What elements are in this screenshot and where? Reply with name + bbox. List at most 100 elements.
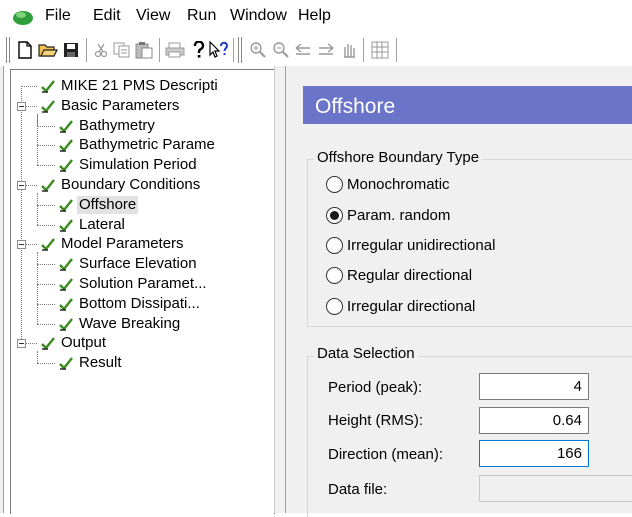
- context-help-icon[interactable]: [208, 39, 230, 61]
- pan-icon[interactable]: [338, 39, 360, 61]
- tree-item[interactable]: Simulation Period: [59, 155, 199, 175]
- direction-input[interactable]: 166: [479, 440, 589, 467]
- tree-connector: [37, 193, 38, 225]
- tree-item[interactable]: Boundary Conditions: [41, 175, 202, 195]
- checkmark-icon: [59, 159, 73, 172]
- data-file-label: Data file:: [328, 481, 388, 498]
- new-icon[interactable]: [14, 39, 36, 61]
- tree-item-label: Solution Paramet...: [79, 275, 207, 292]
- tree-item-label: Boundary Conditions: [61, 176, 201, 193]
- tree-connector: [37, 264, 55, 266]
- menu-edit[interactable]: Edit: [93, 7, 121, 25]
- grid-icon[interactable]: [369, 39, 391, 61]
- help-icon[interactable]: [188, 39, 210, 61]
- project-tree[interactable]: MIKE 21 PMS Descripti Basic Parameters Bat…: [10, 69, 275, 514]
- tree-connector: [37, 224, 55, 226]
- radio-button[interactable]: [326, 297, 343, 315]
- toolbar-grip[interactable]: [238, 37, 242, 63]
- tree-item[interactable]: Surface Elevation: [59, 254, 199, 274]
- period-label: Period (peak):: [328, 379, 423, 396]
- collapse-icon[interactable]: [17, 101, 26, 111]
- tree-item[interactable]: Offshore: [59, 195, 139, 215]
- checkmark-icon: [59, 278, 73, 291]
- tree-connector: [37, 145, 55, 147]
- page-title: Offshore: [315, 95, 396, 118]
- tree-item-label: Bathymetry: [79, 116, 155, 134]
- collapse-icon[interactable]: [17, 181, 26, 190]
- tree-item[interactable]: Bathymetric Parame: [59, 135, 217, 155]
- checkmark-icon: [59, 317, 73, 331]
- tree-connector: [37, 125, 55, 127]
- tree-item[interactable]: Result: [59, 353, 124, 373]
- collapse-icon[interactable]: [17, 240, 26, 250]
- radio-monochromatic[interactable]: Monochromatic: [326, 173, 450, 195]
- menu-view[interactable]: View: [136, 7, 170, 25]
- tree-connector: [21, 86, 37, 87]
- collapse-icon[interactable]: [17, 339, 26, 349]
- cut-icon[interactable]: [90, 39, 112, 61]
- menu-file[interactable]: File: [45, 7, 71, 25]
- tree-connector: [37, 252, 38, 324]
- toolbar: [0, 34, 632, 66]
- radio-button[interactable]: [326, 236, 343, 254]
- checkmark-icon: [59, 258, 73, 271]
- menu-window[interactable]: Window: [230, 7, 287, 25]
- open-icon[interactable]: [37, 39, 59, 61]
- checkmark-icon: [59, 218, 73, 232]
- toolbar-grip[interactable]: [6, 37, 10, 63]
- checkmark-icon: [59, 298, 73, 311]
- height-label: Height (RMS):: [328, 412, 424, 429]
- menu-bar: File Edit View Run Window Help: [0, 0, 632, 34]
- zoom-in-icon[interactable]: [247, 39, 269, 61]
- paste-icon[interactable]: [133, 39, 155, 61]
- window-edge: [0, 66, 4, 513]
- checkmark-icon: [41, 179, 55, 192]
- tree-item[interactable]: Basic Parameters: [41, 96, 181, 116]
- radio-irregular-unidirectional[interactable]: Irregular unidirectional: [326, 234, 495, 256]
- tree-item[interactable]: Lateral: [59, 215, 127, 235]
- tree-item-label: Lateral: [79, 215, 125, 233]
- radio-label: Regular directional: [347, 266, 473, 284]
- tree-item[interactable]: Bathymetry: [59, 116, 157, 136]
- menu-run[interactable]: Run: [187, 7, 216, 25]
- tree-connector: [37, 363, 55, 365]
- toolbar-separator: [233, 38, 235, 62]
- back-icon[interactable]: [292, 39, 314, 61]
- tree-item[interactable]: Solution Paramet...: [59, 274, 209, 294]
- zoom-out-icon[interactable]: [270, 39, 292, 61]
- tree-connector: [21, 86, 22, 344]
- panel-splitter[interactable]: [274, 66, 286, 513]
- toolbar-separator: [159, 38, 161, 62]
- print-icon[interactable]: [164, 39, 186, 61]
- data-file-input[interactable]: [479, 475, 632, 502]
- radio-param-random[interactable]: Param. random: [326, 204, 450, 226]
- radio-button[interactable]: [326, 206, 343, 224]
- radio-label: Monochromatic: [347, 175, 450, 193]
- direction-label: Direction (mean):: [328, 446, 444, 463]
- tree-item[interactable]: Model Parameters: [41, 234, 186, 254]
- checkmark-icon: [59, 199, 73, 212]
- height-input[interactable]: 0.64: [479, 407, 589, 434]
- menu-help[interactable]: Help: [298, 7, 331, 25]
- radio-button[interactable]: [326, 175, 343, 193]
- period-input[interactable]: 4: [479, 373, 589, 400]
- tree-item-label: Surface Elevation: [79, 255, 197, 273]
- tree-connector: [37, 351, 38, 364]
- tree-item-label: Result: [79, 354, 122, 372]
- tree-connector: [37, 165, 55, 167]
- forward-icon[interactable]: [315, 39, 337, 61]
- save-icon[interactable]: [60, 39, 82, 61]
- tree-item[interactable]: Output: [41, 333, 108, 353]
- radio-irregular-directional[interactable]: Irregular directional: [326, 295, 475, 317]
- radio-label: Irregular directional: [347, 297, 476, 315]
- radio-button[interactable]: [326, 266, 343, 284]
- properties-panel: Offshore Offshore Boundary Type Monochro…: [286, 66, 632, 517]
- radio-label: Irregular unidirectional: [347, 236, 496, 254]
- data-selection-caption: Data Selection: [314, 345, 418, 362]
- copy-icon[interactable]: [111, 39, 133, 61]
- radio-regular-directional[interactable]: Regular directional: [326, 264, 472, 286]
- app-logo-icon: [13, 11, 33, 25]
- tree-item[interactable]: Bottom Dissipati...: [59, 294, 202, 314]
- tree-item[interactable]: MIKE 21 PMS Descripti: [41, 76, 220, 96]
- tree-item[interactable]: Wave Breaking: [59, 314, 182, 334]
